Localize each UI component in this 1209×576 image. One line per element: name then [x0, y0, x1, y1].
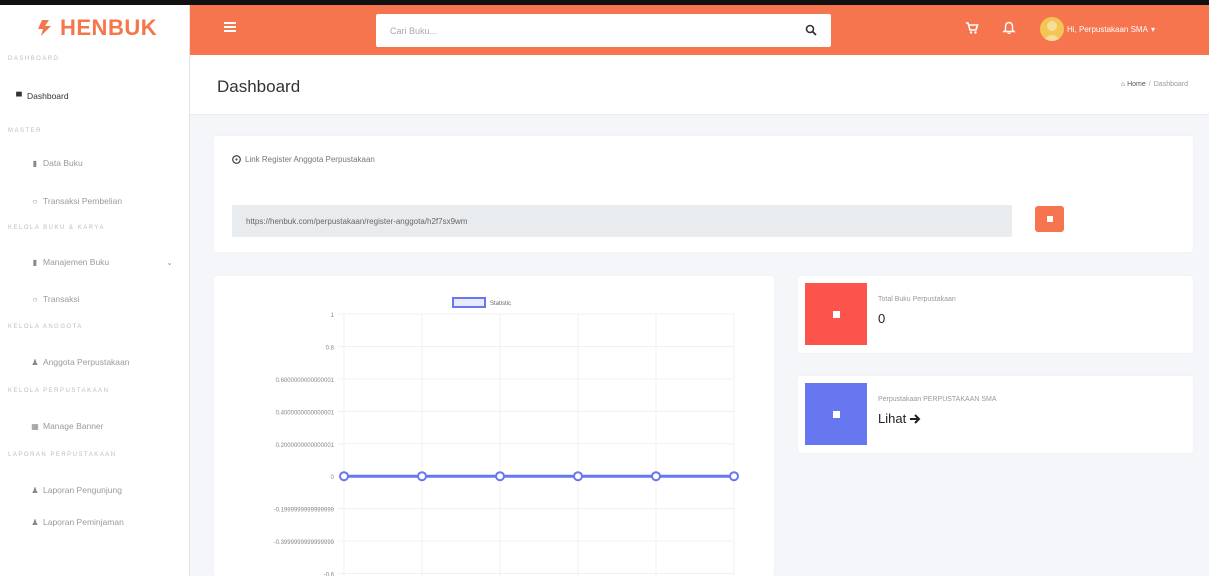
- y-tick-label: 1: [331, 313, 335, 319]
- sidebar-item-laporan-pengunjung[interactable]: ♟ Laporan Pengunjung: [0, 480, 189, 500]
- sidebar-heading-kelola-perpustakaan: KELOLA PERPUSTAKAAN: [8, 388, 110, 394]
- sidebar-item-label: Data Buku: [43, 158, 83, 168]
- sidebar-item-label: Dashboard: [27, 91, 69, 101]
- sidebar-item-label: Laporan Peminjaman: [43, 517, 124, 527]
- avatar: [1040, 17, 1064, 41]
- sidebar-item-label: Transaksi: [43, 294, 80, 304]
- copy-link-button[interactable]: [1035, 206, 1064, 232]
- sidebar-item-label: Manajemen Buku: [43, 257, 110, 267]
- y-tick-label: -0.6: [324, 573, 335, 576]
- user-icon: ♟: [31, 517, 39, 527]
- chevron-down-icon: ⌄: [166, 257, 173, 267]
- brand-logo-icon: [35, 20, 51, 36]
- data-point: [651, 471, 661, 482]
- sidebar-item-label: Transaksi Pembelian: [43, 196, 123, 206]
- info-circle-icon: [232, 155, 241, 164]
- book-icon: ▮: [32, 158, 38, 168]
- y-tick-label: 0.8: [326, 345, 335, 351]
- breadcrumb-current: Dashboard: [1153, 81, 1188, 88]
- stat-card-total-buku: Total Buku Perpustakaan 0: [798, 276, 1193, 353]
- book-icon: ▮: [32, 257, 38, 267]
- circle-icon: ○: [32, 196, 38, 206]
- sidebar-item-transaksi[interactable]: ○ Transaksi: [0, 289, 189, 309]
- brand-name: HENBUK: [60, 15, 158, 40]
- statistic-chart-card: 1 0.8 0.6000000000000001 0.4000000000000001…: [214, 276, 774, 576]
- user-name: Hi, Perpustakaan SMA: [1067, 24, 1148, 34]
- section-header: Dashboard ⌂ Home / Dashboard: [190, 55, 1209, 115]
- caret-down-icon: ▾: [1150, 24, 1155, 34]
- search-input[interactable]: [376, 14, 796, 47]
- sidebar-item-label: Laporan Pengunjung: [43, 485, 122, 495]
- legend-swatch: [452, 297, 486, 308]
- data-point: [495, 471, 505, 482]
- data-point: [417, 471, 427, 482]
- copy-icon: [1046, 216, 1053, 222]
- sidebar-heading-kelola-anggota: KELOLA ANGGOTA: [8, 324, 83, 330]
- breadcrumb-home[interactable]: Home: [1127, 81, 1146, 88]
- register-link-card: Link Register Anggota Perpustakaan https…: [214, 136, 1193, 252]
- user-icon: ♟: [31, 485, 39, 495]
- y-tick-label: 0.4000000000000001: [276, 410, 335, 416]
- y-tick-label: -0.1999999999999999: [274, 508, 335, 514]
- data-point: [339, 471, 349, 482]
- desktop-icon: ▀: [16, 91, 22, 101]
- sidebar-heading-dashboard: DASHBOARD: [8, 56, 60, 62]
- sidebar-heading-master: MASTER: [8, 128, 43, 134]
- register-label: Link Register Anggota Perpustakaan: [232, 155, 375, 164]
- statistic-chart: 1 0.8 0.6000000000000001 0.4000000000000001…: [274, 297, 739, 576]
- sidebar-item-manage-banner[interactable]: ▦ Manage Banner: [0, 416, 189, 436]
- stat-label: Total Buku Perpustakaan: [878, 296, 956, 303]
- top-navbar: Hi, Perpustakaan SMA ▾: [190, 5, 1209, 55]
- sidebar-item-label: Anggota Perpustakaan: [43, 357, 130, 367]
- breadcrumb-separator: /: [1148, 81, 1151, 88]
- stat-value: 0: [878, 311, 886, 326]
- y-tick-label: 0.6000000000000001: [276, 378, 335, 384]
- sidebar-item-transaksi-pembelian[interactable]: ○ Transaksi Pembelian: [0, 191, 189, 211]
- arrow-right-icon: [910, 413, 921, 424]
- sidebar: HENBUK DASHBOARD ▀ Dashboard MASTER ▮ Da…: [0, 5, 190, 576]
- y-tick-label: 0.2000000000000001: [276, 443, 335, 449]
- page-title: Dashboard: [217, 77, 301, 96]
- bell-icon[interactable]: [1002, 21, 1016, 35]
- stat-card-perpustakaan: Perpustakaan PERPUSTAKAAN SMA Lihat: [798, 376, 1193, 453]
- menu-icon[interactable]: [224, 22, 236, 32]
- home-icon: ⌂: [1120, 81, 1126, 88]
- book-icon: [832, 310, 840, 318]
- sidebar-item-anggota[interactable]: ♟ Anggota Perpustakaan: [0, 352, 189, 372]
- sidebar-item-data-buku[interactable]: ▮ Data Buku: [0, 153, 189, 173]
- sidebar-heading-kelola-buku: KELOLA BUKU & KARYA: [8, 225, 105, 231]
- lihat-link[interactable]: Lihat: [878, 411, 921, 426]
- sidebar-heading-laporan: LAPORAN PERPUSTAKAAN: [8, 452, 117, 458]
- data-point: [573, 471, 583, 482]
- search-icon[interactable]: [805, 24, 817, 36]
- user-avatar-icon: [1043, 21, 1061, 41]
- y-tick-label: 0: [331, 475, 335, 481]
- y-tick-label: -0.3999999999999999: [274, 540, 335, 546]
- sidebar-item-manajemen-buku[interactable]: ▮ Manajemen Buku ⌄: [0, 252, 189, 272]
- image-icon: ▦: [31, 421, 39, 431]
- legend-label: Statistic: [490, 301, 511, 307]
- user-menu[interactable]: Hi, Perpustakaan SMA ▾: [1040, 14, 1155, 44]
- search-bar: [376, 14, 831, 47]
- stat-icon-box: [805, 383, 867, 445]
- sidebar-item-laporan-peminjaman[interactable]: ♟ Laporan Peminjaman: [0, 512, 189, 532]
- register-link-field[interactable]: https://henbuk.com/perpustakaan/register…: [232, 205, 1012, 237]
- user-icon: ♟: [31, 357, 39, 367]
- stat-label: Perpustakaan PERPUSTAKAAN SMA: [878, 396, 997, 403]
- circle-icon: ○: [32, 294, 38, 304]
- eye-icon: [832, 410, 840, 418]
- data-point: [729, 471, 739, 482]
- sidebar-item-label: Manage Banner: [43, 421, 104, 431]
- sidebar-item-dashboard[interactable]: ▀ Dashboard: [0, 86, 189, 106]
- stat-icon-box: [805, 283, 867, 345]
- register-label-text: Link Register Anggota Perpustakaan: [245, 155, 375, 164]
- breadcrumb: ⌂ Home / Dashboard: [1121, 81, 1188, 88]
- brand[interactable]: HENBUK: [0, 5, 189, 51]
- lihat-text: Lihat: [878, 411, 907, 426]
- cart-icon[interactable]: [965, 21, 979, 35]
